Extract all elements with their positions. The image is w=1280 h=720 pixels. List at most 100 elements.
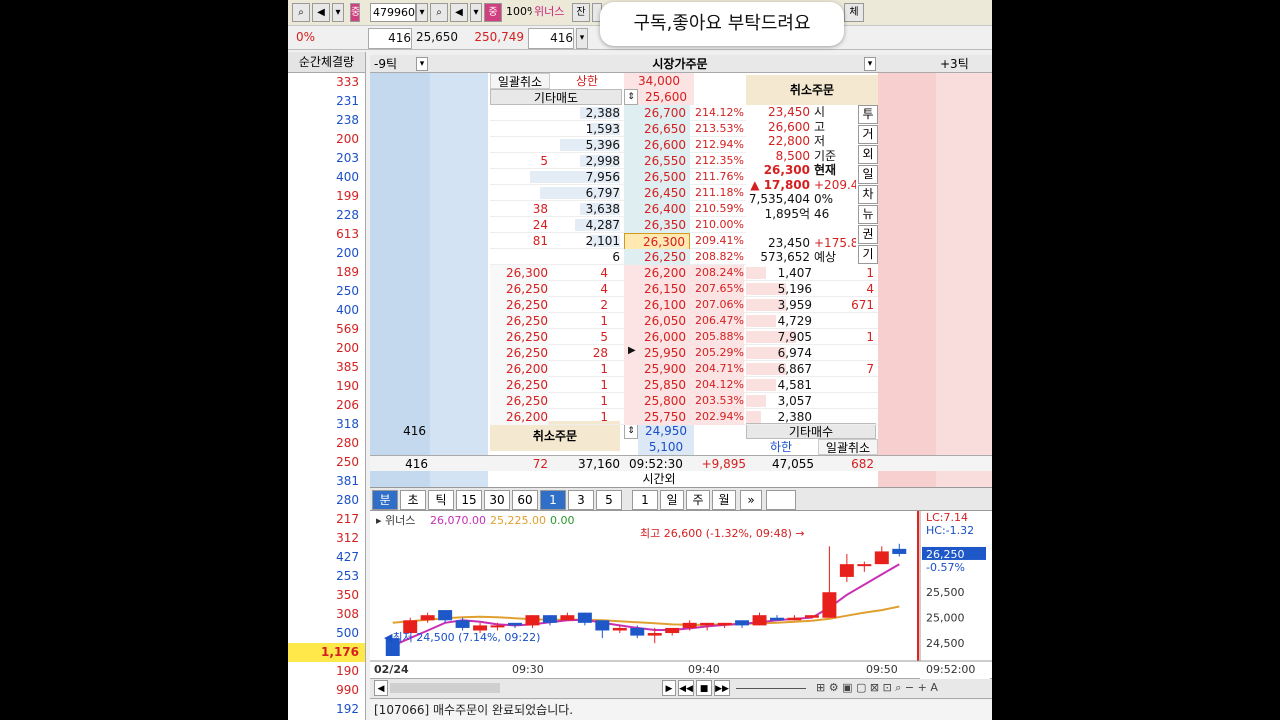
qty-input[interactable]: 416 — [368, 28, 412, 49]
cancel-order-button-top[interactable]: 취소주문 — [746, 75, 878, 105]
ask-price[interactable]: 26,700 — [624, 105, 690, 121]
period-tab-8[interactable]: 5 — [596, 490, 622, 510]
bid-price[interactable]: 25,850 — [624, 377, 690, 393]
ask-my-qty[interactable]: 24 — [490, 217, 548, 233]
speaker-icon[interactable]: ◀ — [312, 3, 330, 22]
spinner[interactable]: ⇕ — [624, 423, 638, 439]
bid-price[interactable]: 26,050 — [624, 313, 690, 329]
search-icon[interactable]: ⌕ — [430, 3, 448, 22]
period-tab-0[interactable]: 분 — [372, 490, 398, 510]
balance-button[interactable]: 잔 — [572, 3, 590, 22]
chevron-down-icon[interactable]: ▾ — [332, 3, 344, 22]
stock-code-input[interactable]: 479960 — [370, 3, 416, 22]
chart-scrollbar[interactable]: ◀ ▶ ◀◀ ■ ▶▶ ⊞ ⚙ ▣ ▢ ⊠ ⊡ ⌕ − + A — [370, 679, 992, 699]
scroll-thumb[interactable] — [390, 683, 500, 693]
side-tab-7[interactable]: 기 — [858, 245, 878, 264]
bulk-cancel-button-bottom[interactable]: 일괄취소 — [818, 439, 878, 455]
right-tick-select[interactable]: +3틱 — [940, 55, 980, 73]
lower-price-2[interactable]: 5,100 — [638, 439, 694, 455]
period-tab-9[interactable]: 1 — [632, 490, 658, 510]
ask-my-qty[interactable]: 5 — [490, 153, 548, 169]
side-tab-5[interactable]: 뉴 — [858, 205, 878, 224]
ask-price[interactable]: 26,250 — [624, 249, 690, 265]
candle-body — [612, 627, 627, 631]
period-tab-1[interactable]: 초 — [400, 490, 426, 510]
scroll-left-button[interactable]: ◀ — [374, 680, 388, 696]
tab-input[interactable] — [766, 490, 796, 510]
period-tab-4[interactable]: 30 — [484, 490, 510, 510]
period-tab-6[interactable]: 1 — [540, 490, 566, 510]
spinner[interactable]: ▾ — [576, 28, 588, 49]
chart-tools-icon[interactable]: ⊞ ⚙ ▣ ▢ ⊠ ⊡ ⌕ − + A — [816, 680, 986, 696]
side-tab-1[interactable]: 거 — [858, 125, 878, 144]
bid-price[interactable]: 26,100 — [624, 297, 690, 313]
tick-qty: 1 — [600, 394, 608, 408]
speaker-icon[interactable]: ◀ — [450, 3, 468, 22]
period-tab-12[interactable]: 월 — [712, 490, 736, 510]
ask-my-qty[interactable]: 38 — [490, 201, 548, 217]
more-tabs-button[interactable]: » — [740, 490, 762, 510]
ask-price[interactable]: 26,650 — [624, 121, 690, 137]
ask-price[interactable]: 26,550 — [624, 153, 690, 169]
chevron-down-icon[interactable]: ▾ — [416, 57, 428, 71]
price-chart[interactable]: 25,500 25,000 24,500 LC:7.14 HC:-1.32 26,250-… — [370, 511, 992, 679]
ask-price[interactable]: 26,600 — [624, 137, 690, 153]
bid-my-qty[interactable]: 1 — [816, 329, 874, 345]
total-diff: +9,895 — [701, 457, 746, 471]
buy-click-column-1[interactable] — [878, 73, 936, 487]
bid-my-qty[interactable]: 4 — [816, 281, 874, 297]
side-tab-6[interactable]: 권 — [858, 225, 878, 244]
ask-price[interactable]: 26,500 — [624, 169, 690, 185]
side-tab-0[interactable]: 투 — [858, 105, 878, 124]
ask-my-qty[interactable]: 81 — [490, 233, 548, 249]
candle-body — [438, 610, 453, 621]
buy-click-column-2[interactable] — [936, 73, 992, 487]
chevron-down-icon[interactable]: ▾ — [864, 57, 876, 71]
ask-price[interactable]: 26,450 — [624, 185, 690, 201]
left-tick-select[interactable]: -9틱 — [374, 55, 414, 73]
stop-button[interactable]: ■ — [696, 680, 712, 696]
fast-forward-button[interactable]: ▶▶ — [714, 680, 730, 696]
bid-price[interactable]: 26,000 — [624, 329, 690, 345]
period-tab-2[interactable]: 틱 — [428, 490, 454, 510]
bid-price[interactable]: 26,200 — [624, 265, 690, 281]
qty-input-2[interactable]: 416 — [528, 28, 574, 49]
spinner[interactable]: ⇕ — [624, 89, 638, 105]
ask-price[interactable]: 26,350 — [624, 217, 690, 233]
period-tab-11[interactable]: 주 — [686, 490, 710, 510]
period-tab-10[interactable]: 일 — [660, 490, 684, 510]
code-dropdown[interactable]: ▾ — [416, 3, 428, 22]
market-order-title[interactable]: 시장가주문 — [620, 55, 740, 73]
side-tab-3[interactable]: 일 — [858, 165, 878, 184]
ask-price[interactable]: 26,400 — [624, 201, 690, 217]
bid-price[interactable]: 26,150 — [624, 281, 690, 297]
chevron-down-icon[interactable]: ▾ — [470, 3, 482, 22]
search-icon[interactable]: ⌕ — [292, 3, 310, 22]
zoom-badge[interactable]: 중 — [484, 3, 502, 22]
all-button[interactable]: 체 — [844, 3, 864, 22]
period-tab-3[interactable]: 15 — [456, 490, 482, 510]
info-key: 예상 — [814, 250, 837, 264]
bid-my-qty[interactable]: 1 — [816, 265, 874, 281]
bid-price[interactable]: 25,800 — [624, 393, 690, 409]
upper-limit-price[interactable]: 34,000 — [624, 73, 694, 89]
sell-click-column-2[interactable] — [430, 73, 488, 487]
scroll-right-button[interactable]: ▶ — [662, 680, 676, 696]
after-hours-label[interactable]: 시간외 — [624, 471, 694, 487]
speed-slider[interactable] — [736, 688, 806, 689]
bulk-cancel-button-top[interactable]: 일괄취소 — [490, 73, 550, 89]
bid-price[interactable]: 25,900 — [624, 361, 690, 377]
instant-volume-value: 381 — [336, 474, 359, 488]
instant-volume-value: 189 — [336, 265, 359, 279]
period-tab-7[interactable]: 3 — [568, 490, 594, 510]
cancel-order-button-bottom[interactable]: 취소주문 — [490, 421, 620, 451]
bid-my-qty[interactable]: 671 — [816, 297, 874, 313]
period-tab-5[interactable]: 60 — [512, 490, 538, 510]
rewind-button[interactable]: ◀◀ — [678, 680, 694, 696]
side-tab-4[interactable]: 차 — [858, 185, 878, 204]
bid-my-qty[interactable]: 7 — [816, 361, 874, 377]
bid-price[interactable]: 25,750 — [624, 409, 690, 425]
info-key: 0% — [814, 192, 834, 206]
side-tab-2[interactable]: 외 — [858, 145, 878, 164]
instant-volume-value: 312 — [336, 531, 359, 545]
